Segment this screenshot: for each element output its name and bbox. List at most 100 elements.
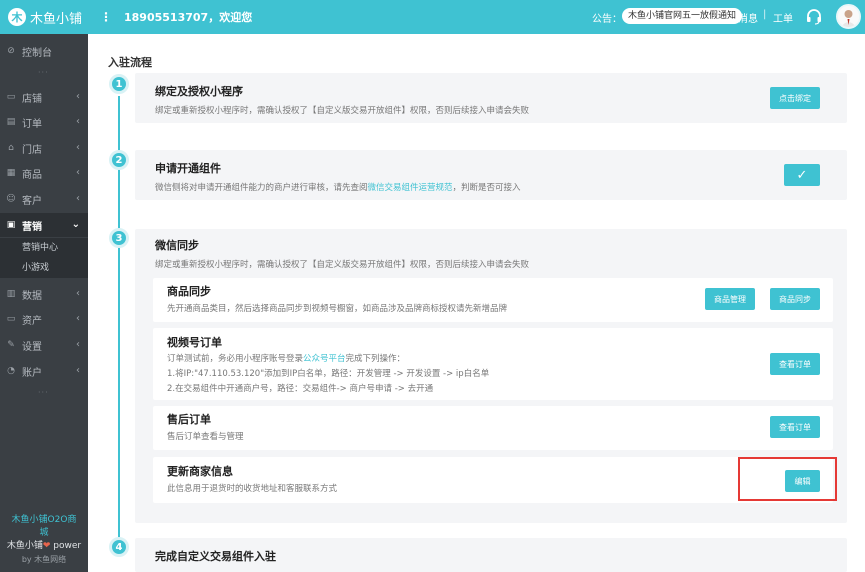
store-icon: ▭ — [6, 92, 16, 102]
user-avatar-icon — [838, 6, 859, 27]
step-desc-prefix: 微信侧将对申请开通组件能力的商户进行审核，请先查阅 — [155, 183, 368, 193]
sidebar-item-label: 订单 — [22, 118, 42, 130]
sidebar: ⊘ 控制台 ··· ▭ 店铺 ‹ ▤ 订单 ‹ ⌂ 门店 ‹ ▦ 商品 ‹ ☺ … — [0, 34, 88, 572]
subsection-desc: 售后订单查看与管理 — [167, 432, 244, 442]
logo-icon: 木 — [8, 8, 26, 26]
step-card-bind: 绑定及授权小程序 绑定或重新授权小程序时，需确认授权了【自定义版交易开放组件】权… — [135, 73, 847, 123]
app-name: 木鱼小铺 — [30, 11, 83, 27]
sidebar-item-label: 资产 — [22, 315, 42, 327]
chevron-left-icon: ‹ — [76, 91, 80, 102]
sidebar-item-goods[interactable]: ▦ 商品 ‹ — [0, 161, 88, 185]
welcome-text: 18905513707，欢迎您 — [124, 11, 253, 24]
notice-badge[interactable]: 木鱼小铺官网五一放假通知 — [622, 8, 743, 24]
bind-button[interactable]: 点击绑定 — [770, 87, 820, 109]
chevron-left-icon: ‹ — [76, 313, 80, 324]
subsection-desc: 此信息用于退货时的收货地址和客服联系方式 — [167, 484, 338, 494]
menu-toggle-icon[interactable]: ⋮ — [100, 10, 112, 24]
subsection-desc-line: 1.将IP:"47.110.53.120"添加到IP白名单，路径：开发管理 ->… — [167, 369, 490, 379]
sidebar-item-branch[interactable]: ⌂ 门店 ‹ — [0, 136, 88, 160]
step-desc: 绑定或重新授权小程序时，需确认授权了【自定义版交易开放组件】权限，否则后续接入申… — [155, 260, 530, 270]
sidebar-item-account[interactable]: ◔ 账户 ‹ — [0, 359, 88, 383]
subsection-title: 更新商家信息 — [167, 465, 233, 478]
chevron-left-icon: ‹ — [76, 193, 80, 204]
logo[interactable]: 木 木鱼小铺 — [8, 7, 82, 27]
footer-brand-line: 木鱼小铺O2O商 — [11, 515, 77, 525]
goods-sync-button[interactable]: 商品同步 — [770, 288, 820, 310]
subsection-desc-line: 订单测试前，务必用小程序账号登录公众号平台完成下列操作： — [167, 353, 405, 366]
chevron-left-icon: ‹ — [76, 167, 80, 178]
step-number-2: 2 — [109, 150, 129, 170]
chevron-down-icon: ⌄ — [71, 219, 80, 230]
top-bar: 木 木鱼小铺 ⋮ 18905513707，欢迎您 公告： 木鱼小铺官网五一放假通… — [0, 0, 865, 34]
approved-check-button[interactable]: ✓ — [784, 164, 820, 186]
marketing-icon: ▣ — [6, 220, 16, 230]
goods-icon: ▦ — [6, 168, 16, 178]
divider: | — [763, 9, 767, 20]
subsection-channel-orders: 视频号订单 订单测试前，务必用小程序账号登录公众号平台完成下列操作： 1.将IP… — [153, 328, 833, 400]
step-title: 完成自定义交易组件入驻 — [155, 550, 276, 563]
sidebar-item-assets[interactable]: ▭ 资产 ‹ — [0, 307, 88, 331]
footer-power-prefix: 木鱼小铺 — [6, 541, 43, 551]
step-card-complete: 完成自定义交易组件入驻 — [135, 538, 847, 572]
sidebar-item-label: 账户 — [22, 367, 42, 379]
data-icon: ▥ — [6, 289, 16, 299]
sidebar-item-label: 控制台 — [22, 47, 52, 59]
chevron-left-icon: ‹ — [76, 365, 80, 376]
page-title: 入驻流程 — [108, 56, 152, 69]
avatar[interactable] — [836, 4, 861, 29]
footer-power: 木鱼小铺❤ power — [0, 540, 88, 553]
view-after-sales-button[interactable]: 查看订单 — [770, 416, 820, 438]
sidebar-item-label: 数据 — [22, 290, 42, 302]
subsection-title: 售后订单 — [167, 413, 211, 426]
chevron-left-icon: ‹ — [76, 142, 80, 153]
sidebar-item-label: 门店 — [22, 144, 42, 156]
subsection-desc-suffix: 完成下列操作： — [345, 354, 406, 364]
highlight-box — [738, 457, 837, 501]
sidebar-item-store[interactable]: ▭ 店铺 ‹ — [0, 85, 88, 109]
view-orders-button[interactable]: 查看订单 — [770, 353, 820, 375]
chevron-left-icon: ‹ — [76, 116, 80, 127]
step-number-3: 3 — [109, 228, 129, 248]
step-title: 申请开通组件 — [155, 162, 221, 175]
customer-icon: ☺ — [6, 194, 16, 204]
dashboard-icon: ⊘ — [7, 46, 15, 56]
official-platform-link[interactable]: 公众号平台 — [303, 354, 346, 364]
notice-label: 公告： — [592, 14, 622, 25]
step-card-apply: 申请开通组件 微信侧将对申请开通组件能力的商户进行审核，请先查阅微信交易组件运营… — [135, 150, 847, 200]
sidebar-subitem-mini-games[interactable]: 小游戏 — [0, 258, 88, 278]
sidebar-item-customers[interactable]: ☺ 客户 ‹ — [0, 187, 88, 211]
branch-icon: ⌂ — [8, 143, 14, 153]
goods-manage-button[interactable]: 商品管理 — [705, 288, 755, 310]
subsection-merchant-info: 更新商家信息 此信息用于退货时的收货地址和客服联系方式 编辑 — [153, 457, 833, 503]
settings-icon: ✎ — [7, 340, 15, 350]
sidebar-item-dashboard[interactable]: ⊘ 控制台 — [0, 39, 88, 63]
sidebar-item-orders[interactable]: ▤ 订单 ‹ — [0, 110, 88, 134]
subsection-title: 视频号订单 — [167, 336, 222, 349]
sidebar-subitem-marketing-center[interactable]: 营销中心 — [0, 238, 88, 258]
footer-brand-line: 城 — [39, 528, 49, 538]
subsection-desc-prefix: 订单测试前，务必用小程序账号登录 — [167, 354, 304, 364]
order-icon: ▤ — [6, 117, 16, 127]
rules-link[interactable]: 微信交易组件运营规范 — [368, 183, 453, 193]
sidebar-separator: ··· — [38, 68, 49, 77]
messages-link[interactable]: 消息 — [738, 10, 758, 25]
sidebar-item-marketing[interactable]: ▣ 营销 ⌄ — [0, 213, 88, 237]
sidebar-item-label: 客户 — [22, 195, 42, 207]
sidebar-item-data[interactable]: ▥ 数据 ‹ — [0, 282, 88, 306]
headset-icon[interactable] — [805, 8, 823, 26]
assets-icon: ▭ — [6, 314, 16, 324]
footer-power-suffix: power — [50, 541, 82, 551]
ticket-link[interactable]: 工单 — [773, 10, 793, 25]
sidebar-item-label: 营销 — [22, 221, 42, 233]
footer-by: by 木鱼网络 — [21, 555, 67, 564]
subsection-desc-line: 2.在交易组件中开通商户号，路径：交易组件-> 商户号申请 -> 去开通 — [167, 384, 434, 394]
step-desc-suffix: ，判断是否可接入 — [452, 183, 521, 193]
sidebar-item-settings[interactable]: ✎ 设置 ‹ — [0, 333, 88, 357]
sidebar-item-label: 商品 — [22, 169, 42, 181]
main-content: 入驻流程 1 绑定及授权小程序 绑定或重新授权小程序时，需确认授权了【自定义版交… — [88, 34, 865, 572]
step-number-1: 1 — [109, 74, 129, 94]
sidebar-footer: 木鱼小铺O2O商 城 木鱼小铺❤ power by 木鱼网络 — [0, 514, 88, 566]
subsection-desc: 先开通商品类目，然后选择商品同步到视频号橱窗，如商品涉及品牌商标授权请先新增品牌 — [167, 304, 508, 314]
sidebar-item-label: 店铺 — [22, 93, 42, 105]
sidebar-item-label: 设置 — [22, 341, 42, 353]
